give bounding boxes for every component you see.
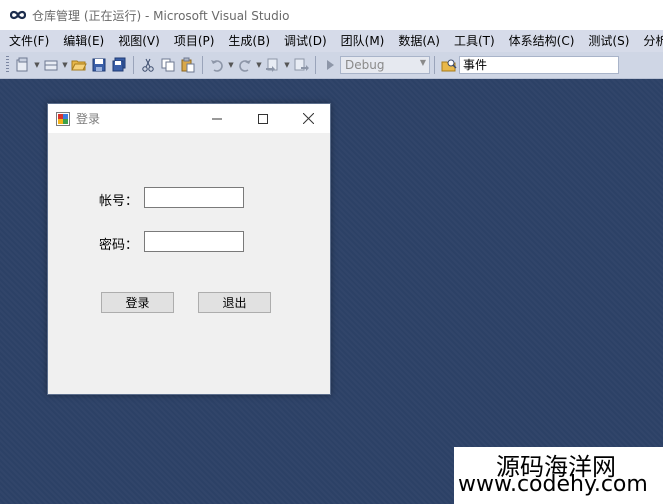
- close-icon: [302, 113, 314, 124]
- menu-test[interactable]: 测试(S): [581, 30, 636, 52]
- close-button[interactable]: [285, 104, 331, 133]
- login-form-title: 登录: [76, 112, 101, 126]
- chevron-down-icon[interactable]: ▼: [61, 61, 69, 69]
- menu-view[interactable]: 视图(V): [111, 30, 167, 52]
- password-label: 密码：: [99, 238, 139, 253]
- menu-build[interactable]: 生成(B): [221, 30, 277, 52]
- menu-debug[interactable]: 调试(D): [277, 30, 334, 52]
- account-input[interactable]: [144, 187, 244, 208]
- maximize-button[interactable]: [240, 104, 286, 133]
- minimize-icon: [212, 118, 222, 119]
- add-item-icon[interactable]: [43, 57, 59, 73]
- chevron-down-icon[interactable]: ▼: [33, 61, 41, 69]
- menu-edit[interactable]: 编辑(E): [56, 30, 111, 52]
- start-debugging-icon[interactable]: [322, 57, 338, 73]
- new-project-icon[interactable]: [15, 57, 31, 73]
- toolbar-grip[interactable]: [6, 56, 9, 74]
- solution-configuration-value: Debug: [345, 58, 385, 72]
- menu-project[interactable]: 项目(P): [167, 30, 222, 52]
- maximize-icon: [258, 113, 268, 124]
- standard-toolbar: ▼ ▼ ▼ ▼ ▼ Debug ▼ 事件: [0, 52, 663, 79]
- menu-data[interactable]: 数据(A): [391, 30, 447, 52]
- login-button[interactable]: 登录: [101, 292, 174, 313]
- undo-icon[interactable]: [209, 57, 225, 73]
- password-input[interactable]: [144, 231, 244, 252]
- vs-title-bar: 仓库管理 (正在运行) - Microsoft Visual Studio: [0, 0, 663, 30]
- paste-icon[interactable]: [180, 57, 196, 73]
- menu-file[interactable]: 文件(F): [0, 30, 56, 52]
- chevron-down-icon[interactable]: ▼: [283, 61, 291, 69]
- menu-team[interactable]: 团队(M): [334, 30, 392, 52]
- visual-studio-logo-icon: [10, 10, 26, 20]
- solution-configuration-select[interactable]: Debug ▼: [340, 56, 430, 74]
- chevron-down-icon[interactable]: ▼: [227, 61, 235, 69]
- menu-bar: 文件(F) 编辑(E) 视图(V) 项目(P) 生成(B) 调试(D) 团队(M…: [0, 30, 663, 52]
- copy-icon[interactable]: [160, 57, 176, 73]
- login-form-title-bar[interactable]: 登录: [48, 104, 330, 133]
- toolbar-separator: [133, 56, 134, 74]
- navigate-forward-icon[interactable]: [293, 57, 309, 73]
- find-input[interactable]: 事件: [459, 56, 619, 74]
- menu-analyze[interactable]: 分析(N: [636, 30, 663, 52]
- account-label: 帐号：: [99, 194, 139, 209]
- login-form-window[interactable]: 登录 帐号： 密码： 登录 退出: [47, 103, 331, 395]
- navigate-backward-icon[interactable]: [265, 57, 281, 73]
- toolbar-separator: [434, 56, 435, 74]
- open-folder-icon[interactable]: [71, 57, 87, 73]
- menu-tools[interactable]: 工具(T): [447, 30, 502, 52]
- chevron-down-icon: ▼: [419, 58, 426, 67]
- exit-button[interactable]: 退出: [198, 292, 271, 313]
- menu-architecture[interactable]: 体系结构(C): [502, 30, 582, 52]
- toolbar-separator: [315, 56, 316, 74]
- cut-icon[interactable]: [140, 57, 156, 73]
- chevron-down-icon[interactable]: ▼: [255, 61, 263, 69]
- save-all-icon[interactable]: [111, 57, 127, 73]
- window-title: 仓库管理 (正在运行) - Microsoft Visual Studio: [32, 8, 290, 23]
- minimize-button[interactable]: [194, 104, 240, 133]
- redo-icon[interactable]: [237, 57, 253, 73]
- toolbar-separator: [202, 56, 203, 74]
- save-icon[interactable]: [91, 57, 107, 73]
- find-in-files-icon[interactable]: [441, 57, 457, 73]
- form-app-icon: [56, 111, 70, 126]
- watermark-url: www.codehy.com: [458, 472, 648, 497]
